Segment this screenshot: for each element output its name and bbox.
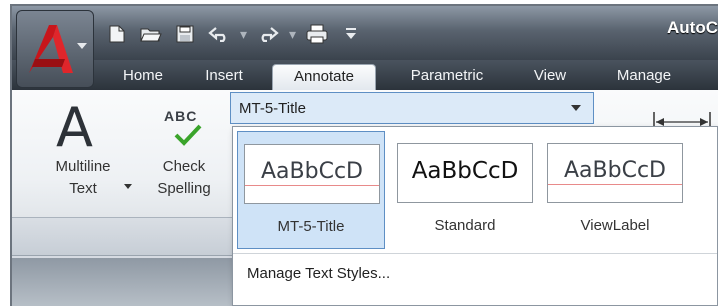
- save-icon[interactable]: [172, 22, 198, 46]
- text-style-value: MT-5-Title: [239, 99, 306, 117]
- style-name: MT-5-Title: [277, 218, 345, 235]
- style-sample: AaBbCcD: [411, 158, 519, 184]
- new-icon[interactable]: [104, 22, 130, 46]
- gallery-item-viewlabel[interactable]: AaBbCcD ViewLabel: [541, 131, 689, 249]
- gallery-item-mt-5-title[interactable]: AaBbCcD MT-5-Title: [237, 131, 385, 249]
- multiline-text-dropdown-icon[interactable]: [124, 184, 132, 189]
- checkmark-icon: [174, 124, 202, 146]
- style-name: ViewLabel: [580, 217, 650, 234]
- chevron-down-icon[interactable]: [571, 105, 581, 111]
- style-preview: AaBbCcD: [397, 143, 533, 203]
- style-preview: AaBbCcD: [244, 144, 380, 204]
- text-style-combobox[interactable]: MT-5-Title: [230, 92, 594, 124]
- style-name: Standard: [434, 217, 496, 234]
- ribbon-tab-bar: Home Insert Annotate Parametric View Man…: [12, 60, 718, 90]
- multiline-text-label-line2: Text: [69, 180, 97, 197]
- redo-icon[interactable]: [255, 22, 281, 46]
- gallery-divider: [233, 253, 717, 254]
- tab-parametric[interactable]: Parametric: [392, 64, 502, 90]
- manage-text-styles-link[interactable]: Manage Text Styles...: [247, 265, 390, 282]
- app-title: AutoC: [667, 18, 718, 37]
- spell-check-icon[interactable]: ABC: [164, 108, 197, 124]
- undo-dropdown-icon[interactable]: ▾: [240, 26, 247, 43]
- open-icon[interactable]: [138, 22, 164, 46]
- tab-insert[interactable]: Insert: [192, 64, 256, 90]
- undo-icon[interactable]: [206, 22, 232, 46]
- multiline-text-icon[interactable]: A: [56, 96, 93, 159]
- baseline-guide: [548, 184, 682, 185]
- check-spelling-label-line2: Spelling: [157, 180, 211, 197]
- style-sample: AaBbCcD: [261, 159, 363, 184]
- application-menu-button[interactable]: [16, 10, 94, 88]
- title-bar: ▾ ▾ AutoC: [12, 6, 718, 60]
- tab-home[interactable]: Home: [112, 64, 174, 90]
- autocad-logo-icon: [29, 25, 73, 73]
- style-preview: AaBbCcD: [547, 143, 683, 203]
- chevron-down-icon: [77, 43, 87, 49]
- check-spelling-label-line1: Check: [162, 158, 206, 175]
- dropdown-icon[interactable]: [338, 22, 364, 46]
- redo-dropdown-icon[interactable]: ▾: [289, 26, 296, 43]
- baseline-guide: [245, 185, 379, 186]
- text-style-gallery: AaBbCcD MT-5-Title AaBbCcD Standard AaBb…: [232, 126, 718, 306]
- multiline-text-button[interactable]: Multiline Text: [38, 156, 128, 200]
- multiline-text-label-line1: Multiline: [55, 158, 111, 175]
- tab-annotate[interactable]: Annotate: [272, 64, 376, 90]
- quick-access-toolbar: ▾ ▾: [104, 20, 364, 48]
- check-spelling-button[interactable]: Check Spelling: [142, 156, 226, 200]
- gallery-item-standard[interactable]: AaBbCcD Standard: [391, 131, 539, 249]
- plot-icon[interactable]: [304, 22, 330, 46]
- tab-manage[interactable]: Manage: [602, 64, 686, 90]
- tab-view[interactable]: View: [522, 64, 578, 90]
- style-sample: AaBbCcD: [564, 158, 666, 183]
